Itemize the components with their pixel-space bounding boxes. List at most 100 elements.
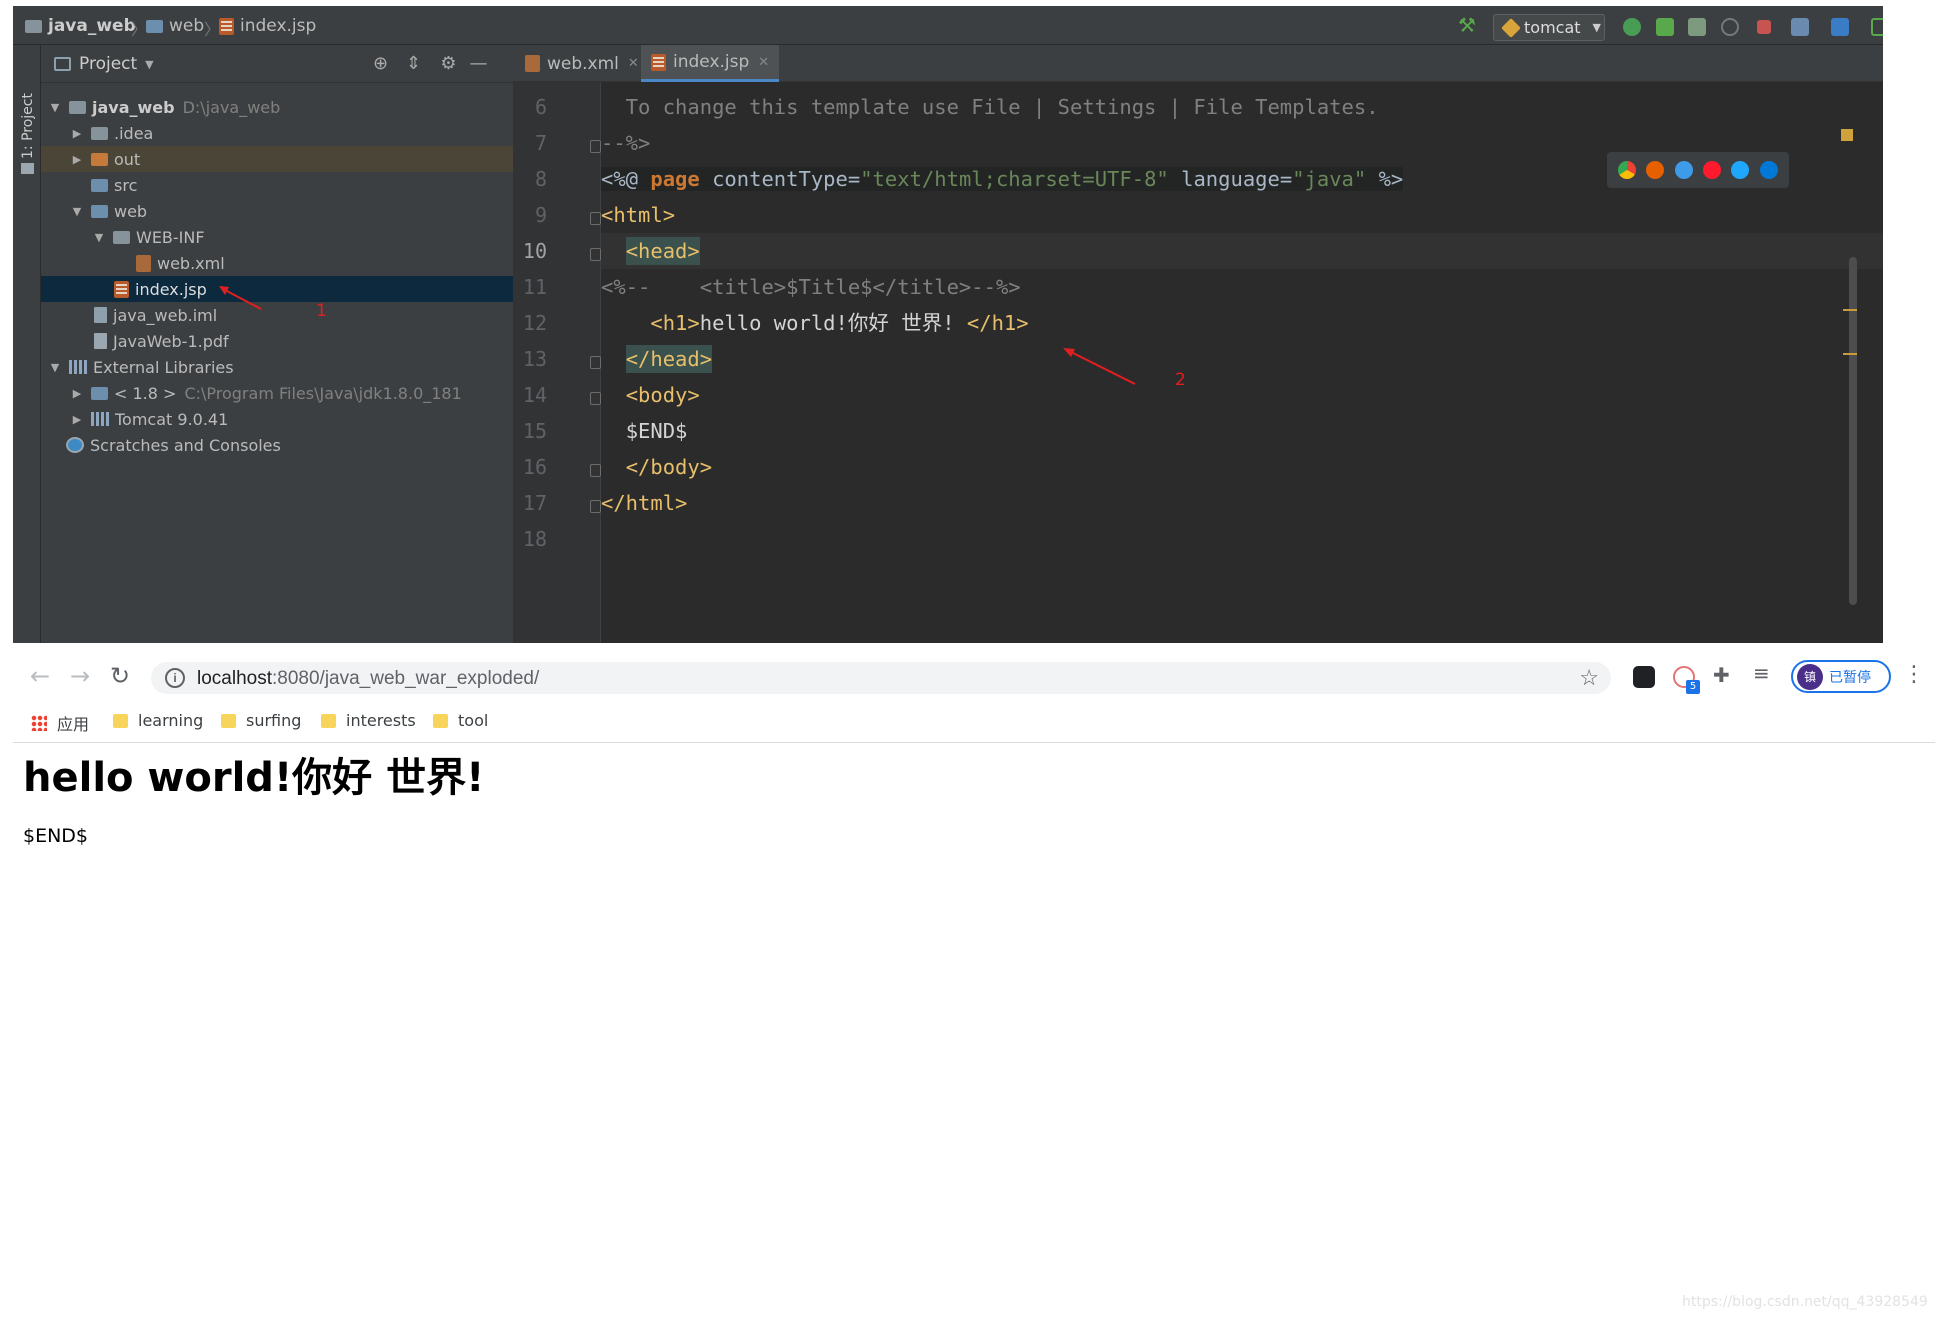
expand-arrow-icon[interactable]: ▼ bbox=[49, 361, 61, 374]
project-tool-tab[interactable]: 1: Project bbox=[19, 55, 37, 165]
bookmark-surfing[interactable]: surfing bbox=[221, 711, 301, 730]
bookmark-tool[interactable]: tool bbox=[433, 711, 488, 730]
tree-item-index-jsp[interactable]: index.jsp bbox=[41, 276, 513, 302]
tree-item-tomcat[interactable]: ▶ Tomcat 9.0.41 bbox=[41, 406, 513, 432]
edge-icon[interactable] bbox=[1759, 161, 1778, 179]
h1-open-tag: <h1> bbox=[650, 311, 700, 335]
fold-marker-icon[interactable] bbox=[590, 464, 601, 477]
fold-marker-icon[interactable] bbox=[590, 212, 601, 225]
bookmarks-bar: 应用 learning surfing interests tool bbox=[13, 703, 1935, 743]
h1-text: hello world!你好 世界! bbox=[699, 311, 967, 335]
expand-arrow-icon[interactable]: ▼ bbox=[71, 205, 83, 218]
profile-icon[interactable] bbox=[1721, 18, 1739, 36]
tree-item-src[interactable]: src bbox=[41, 172, 513, 198]
reload-icon[interactable]: ↻ bbox=[107, 663, 133, 689]
bookmark-star-icon[interactable]: ☆ bbox=[1579, 665, 1599, 691]
ie-icon[interactable] bbox=[1731, 161, 1750, 179]
bookmark-apps[interactable]: 应用 bbox=[31, 711, 89, 735]
reading-list-icon[interactable]: ≡ bbox=[1753, 661, 1775, 685]
fold-marker-icon[interactable] bbox=[590, 392, 601, 405]
project-structure-icon[interactable] bbox=[1791, 18, 1809, 36]
fold-marker-icon[interactable] bbox=[590, 248, 601, 261]
breadcrumb-project[interactable]: java_web bbox=[25, 16, 136, 36]
firefox-icon[interactable] bbox=[1646, 161, 1665, 179]
code-line-13: </head> bbox=[601, 341, 1883, 377]
fold-marker-icon[interactable] bbox=[590, 500, 601, 513]
fold-marker-icon[interactable] bbox=[590, 140, 601, 153]
tree-item-web-xml[interactable]: web.xml bbox=[41, 250, 513, 276]
expand-arrow-icon[interactable]: ▼ bbox=[93, 231, 105, 244]
menu-kebab-icon[interactable]: ⋮ bbox=[1903, 662, 1925, 687]
coverage-icon[interactable] bbox=[1688, 18, 1706, 36]
library-icon bbox=[69, 360, 87, 374]
tree-item-out[interactable]: ▶ out bbox=[41, 146, 513, 172]
tree-item-web-inf[interactable]: ▼ WEB-INF bbox=[41, 224, 513, 250]
tree-item-scratches[interactable]: Scratches and Consoles bbox=[41, 432, 513, 458]
extension-mask-icon[interactable] bbox=[1633, 666, 1655, 688]
jsp-attribute: contentType= bbox=[699, 167, 861, 191]
editor-tab-bar: web.xml ✕ index.jsp ✕ bbox=[513, 45, 1883, 82]
tree-item-java-web[interactable]: ▼ java_web D:\java_web bbox=[41, 94, 513, 120]
extensions-puzzle-icon[interactable]: ✚ bbox=[1713, 663, 1735, 687]
bookmark-interests[interactable]: interests bbox=[321, 711, 416, 730]
bookmark-label: tool bbox=[458, 711, 489, 730]
error-stripe-marker[interactable] bbox=[1843, 309, 1857, 311]
annotation-arrow-2 bbox=[1063, 348, 1136, 385]
stop-icon[interactable] bbox=[1757, 20, 1771, 34]
safari-icon[interactable] bbox=[1674, 161, 1693, 179]
close-icon[interactable]: ✕ bbox=[758, 55, 769, 70]
tree-item-web[interactable]: ▼ web bbox=[41, 198, 513, 224]
site-info-icon[interactable]: i bbox=[165, 668, 185, 688]
translate-icon[interactable] bbox=[1831, 18, 1849, 36]
opera-icon[interactable] bbox=[1703, 161, 1722, 179]
collapsed-arrow-icon[interactable]: ▶ bbox=[71, 387, 83, 400]
fold-marker-icon[interactable] bbox=[590, 356, 601, 369]
collapsed-arrow-icon[interactable]: ▶ bbox=[71, 413, 83, 426]
build-hammer-icon[interactable]: ⚒ bbox=[1458, 13, 1476, 37]
breadcrumb-web-label: web bbox=[169, 16, 205, 36]
profile-button[interactable]: 镇 已暂停 bbox=[1791, 660, 1891, 693]
line-number-gutter: 6 7 8 9 10 11 12 13 14 15 16 17 18 bbox=[513, 82, 601, 643]
locate-target-icon[interactable]: ⊕ bbox=[371, 54, 390, 73]
tab-index-jsp[interactable]: index.jsp ✕ bbox=[641, 45, 780, 82]
navigation-bar: java_web 〉 web 〉 index.jsp ⚒ tomcat ▼ 3 bbox=[13, 6, 1883, 63]
tree-item-jdk[interactable]: ▶ < 1.8 > C:\Program Files\Java\jdk1.8.0… bbox=[41, 380, 513, 406]
apps-icon bbox=[31, 715, 47, 731]
gear-icon[interactable]: ⚙ bbox=[439, 54, 458, 73]
collapsed-arrow-icon[interactable]: ▶ bbox=[71, 153, 83, 166]
debug-bug-icon[interactable] bbox=[1656, 18, 1674, 36]
code-line-11: <%-- <title>$Title$</title>--%> bbox=[601, 275, 1021, 299]
annotation-1-label: 1 bbox=[316, 301, 327, 321]
run-configuration-select[interactable]: tomcat ▼ bbox=[1493, 14, 1605, 41]
plugin-icon[interactable] bbox=[1871, 18, 1883, 36]
project-view-select[interactable]: Project ▼ bbox=[54, 54, 154, 74]
breadcrumb-file[interactable]: index.jsp bbox=[219, 16, 316, 36]
line-number: 9 bbox=[534, 203, 547, 227]
back-icon[interactable]: ← bbox=[27, 663, 53, 689]
tree-item-external-libraries[interactable]: ▼ External Libraries bbox=[41, 354, 513, 380]
tree-item-java-web-iml[interactable]: java_web.iml bbox=[41, 302, 513, 328]
tree-item-javaweb-pdf[interactable]: JavaWeb-1.pdf bbox=[41, 328, 513, 354]
tree-item-idea[interactable]: ▶ .idea bbox=[41, 120, 513, 146]
hide-panel-icon[interactable]: — bbox=[469, 54, 488, 73]
address-bar[interactable]: i localhost:8080/java_web_war_exploded/ … bbox=[151, 662, 1611, 694]
run-configuration-label: tomcat bbox=[1524, 18, 1581, 37]
library-icon bbox=[91, 412, 109, 426]
tab-web-xml[interactable]: web.xml ✕ bbox=[515, 45, 649, 82]
close-icon[interactable]: ✕ bbox=[628, 56, 639, 71]
collapsed-arrow-icon[interactable]: ▶ bbox=[71, 127, 83, 140]
collapse-all-icon[interactable]: ⇕ bbox=[404, 54, 423, 73]
scratches-icon bbox=[66, 437, 84, 453]
breadcrumb-web[interactable]: web bbox=[146, 16, 204, 36]
forward-icon[interactable]: → bbox=[67, 663, 93, 689]
tree-item-label: JavaWeb-1.pdf bbox=[113, 331, 229, 351]
bookmark-label: learning bbox=[138, 711, 204, 730]
line-number: 16 bbox=[522, 455, 547, 479]
error-stripe-marker[interactable] bbox=[1843, 353, 1857, 355]
bookmark-learning[interactable]: learning bbox=[113, 711, 203, 730]
expand-arrow-icon[interactable]: ▼ bbox=[49, 101, 61, 114]
rerun-icon[interactable] bbox=[1623, 18, 1641, 36]
inspection-warning-icon[interactable] bbox=[1841, 129, 1853, 141]
chrome-icon[interactable] bbox=[1618, 161, 1637, 179]
jsp-directive-open: <%@ bbox=[601, 167, 651, 191]
